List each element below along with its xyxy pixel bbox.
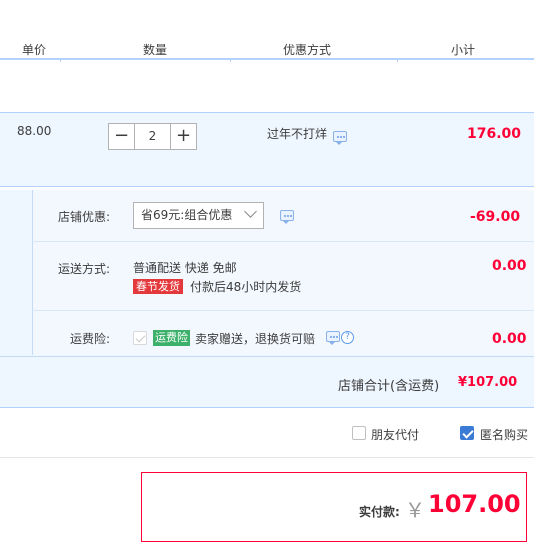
friend-pay-checkbox[interactable] (352, 426, 366, 440)
header-discount-method: 优惠方式 (283, 43, 332, 57)
header-col-sep (60, 59, 61, 62)
header-divider (0, 58, 534, 60)
header-col-sep (230, 59, 231, 62)
item-subtotal: 176.00 (467, 126, 522, 142)
quantity-minus-button[interactable]: − (108, 123, 135, 150)
friend-pay-label[interactable]: 朋友代付 (371, 426, 419, 443)
item-unit-price: 88.00 (17, 124, 52, 138)
insurance-badge: 运费险 (153, 330, 190, 346)
chat-icon[interactable] (333, 131, 347, 145)
payment-label: 实付款: (359, 505, 400, 519)
shop-discount-amount: -69.00 (470, 209, 521, 225)
insurance-label: 运费险: (70, 332, 111, 346)
shop-total-label: 店铺合计(含运费) (338, 379, 440, 394)
row-divider (32, 241, 534, 242)
insurance-checkbox[interactable] (133, 331, 147, 345)
quantity-input[interactable]: 2 (135, 123, 170, 150)
shipping-note: 付款后48小时内发货 (190, 280, 302, 294)
help-icon[interactable]: ? (341, 331, 354, 344)
chevron-down-icon (244, 205, 257, 218)
shipping-amount: 0.00 (492, 258, 527, 274)
shop-discount-selected: 省69元:组合优惠 (141, 208, 233, 222)
header-unit-price: 单价 (22, 43, 47, 57)
chat-icon[interactable] (280, 210, 294, 224)
spring-festival-badge: 春节发货 (133, 279, 183, 294)
shop-discount-select[interactable]: 省69元:组合优惠 (133, 202, 264, 229)
item-row (0, 112, 534, 187)
anonymous-label[interactable]: 匿名购买 (480, 426, 528, 443)
quantity-plus-button[interactable]: + (170, 123, 197, 150)
header-quantity: 数量 (143, 43, 168, 57)
shipping-method: 普通配送 快递 免邮 (133, 261, 237, 275)
row-divider (0, 356, 534, 357)
section-divider (0, 457, 534, 458)
row-divider (32, 310, 534, 311)
chat-icon[interactable] (326, 331, 340, 345)
payment-currency: ￥ (405, 498, 425, 522)
header-subtotal: 小计 (451, 43, 476, 57)
shop-discount-label: 店铺优惠: (58, 210, 111, 224)
insurance-text: 卖家赠送，退换货可赔 (195, 332, 316, 346)
shipping-label: 运送方式: (58, 262, 111, 276)
item-promo-text: 过年不打烊 (267, 127, 328, 141)
anonymous-checkbox[interactable] (460, 426, 474, 440)
quantity-stepper[interactable]: − 2 + (108, 123, 197, 150)
payment-amount: 107.00 (428, 490, 521, 518)
header-col-sep (397, 59, 398, 62)
shop-total-amount: ¥107.00 (458, 375, 518, 390)
insurance-amount: 0.00 (492, 331, 527, 347)
